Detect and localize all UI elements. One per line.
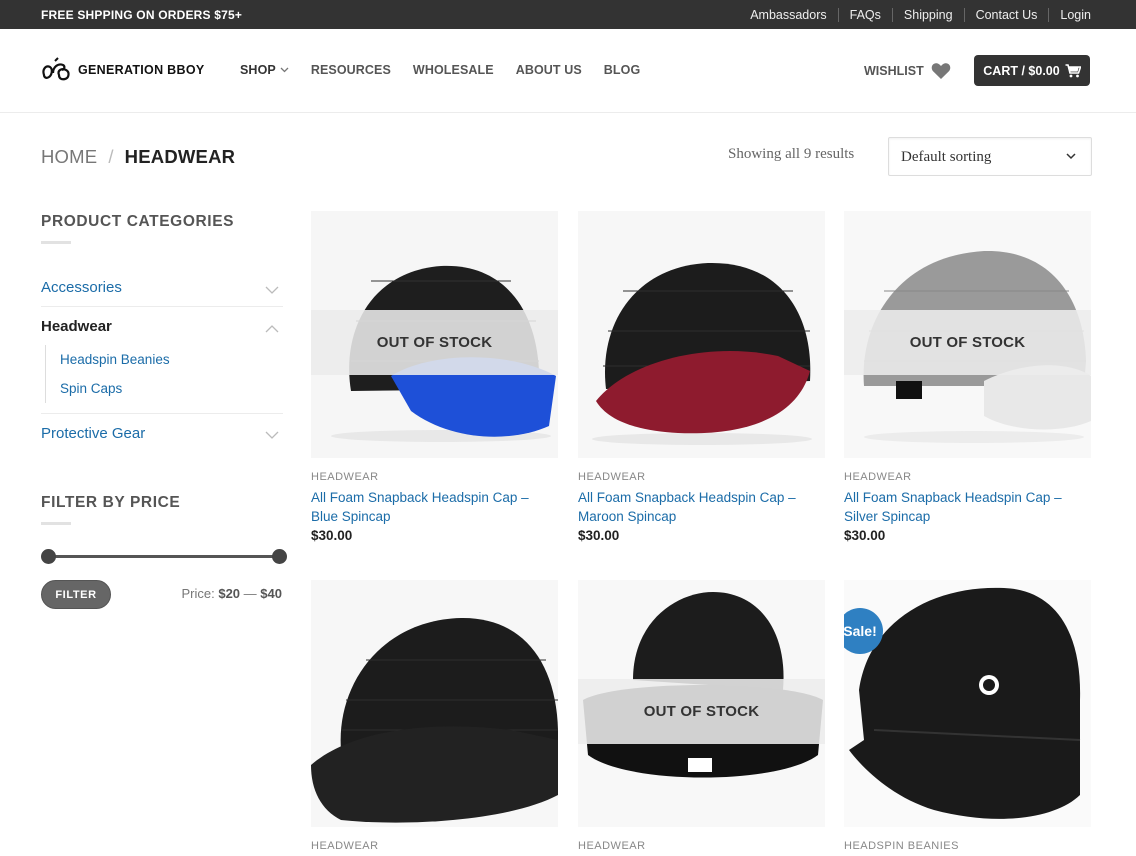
category-item-accessories[interactable]: Accessories bbox=[41, 269, 283, 307]
out-of-stock-badge: OUT OF STOCK bbox=[578, 679, 825, 744]
heart-icon bbox=[931, 63, 950, 79]
logo-text: GENERATION BBOY bbox=[78, 63, 205, 77]
nav-about-us[interactable]: ABOUT US bbox=[516, 63, 582, 77]
filter-row: FILTER Price: $20 — $40 bbox=[41, 577, 283, 609]
price-prefix: Price: bbox=[181, 586, 215, 601]
wishlist-link[interactable]: WISHLIST bbox=[864, 62, 951, 80]
cart-label: CART / $0.00 bbox=[983, 63, 1060, 78]
nav-shop-label: SHOP bbox=[240, 63, 276, 77]
ambassadors-link[interactable]: Ambassadors bbox=[739, 8, 837, 22]
top-links: Ambassadors FAQs Shipping Contact Us Log… bbox=[739, 0, 1091, 29]
product-card[interactable]: OUT OF STOCK HEADWEAR All Foam Snapback … bbox=[844, 211, 1091, 543]
cart-icon bbox=[1065, 63, 1081, 77]
subcategory-item-spin-caps[interactable]: Spin Caps bbox=[45, 374, 283, 403]
chevron-down-icon[interactable] bbox=[265, 282, 279, 300]
product-image[interactable]: OUT OF STOCK bbox=[578, 580, 825, 827]
faqs-link[interactable]: FAQs bbox=[837, 7, 892, 22]
category-item-protective-gear[interactable]: Protective Gear bbox=[41, 414, 283, 452]
sidebar: PRODUCT CATEGORIES Accessories Headwear … bbox=[41, 213, 287, 609]
product-image[interactable] bbox=[578, 211, 825, 458]
logo-mark-icon bbox=[42, 57, 70, 81]
filter-button[interactable]: FILTER bbox=[41, 580, 111, 609]
product-category: HEADWEAR bbox=[844, 471, 912, 483]
out-of-stock-badge: OUT OF STOCK bbox=[311, 310, 558, 375]
product-card[interactable]: HEADWEAR bbox=[311, 580, 558, 852]
top-bar: FREE SHPPING ON ORDERS $75+ Ambassadors … bbox=[0, 0, 1136, 29]
product-name-link[interactable]: All Foam Snapback Headspin Cap – Blue Sp… bbox=[311, 488, 558, 526]
shipping-link[interactable]: Shipping bbox=[891, 7, 964, 22]
out-of-stock-badge: OUT OF STOCK bbox=[844, 310, 1091, 375]
price-min: $20 bbox=[218, 586, 241, 601]
nav-blog[interactable]: BLOG bbox=[604, 63, 641, 77]
product-price: $30.00 bbox=[844, 528, 886, 543]
beanie-image-icon bbox=[849, 587, 1081, 819]
price-range-slider[interactable] bbox=[41, 549, 287, 564]
nav-resources[interactable]: RESOURCES bbox=[311, 63, 391, 77]
page-title: HEADWEAR bbox=[124, 146, 236, 167]
product-card[interactable]: OUT OF STOCK HEADWEAR bbox=[578, 580, 825, 852]
chevron-down-icon bbox=[1065, 150, 1077, 167]
product-image[interactable] bbox=[311, 580, 558, 827]
category-list: Accessories Headwear Headspin Beanies Sp… bbox=[41, 269, 283, 452]
categories-title: PRODUCT CATEGORIES bbox=[41, 213, 235, 230]
product-price: $30.00 bbox=[311, 528, 353, 543]
sort-select[interactable]: Default sorting bbox=[888, 137, 1092, 176]
product-card[interactable]: OUT OF STOCK HEADWEAR All Foam Snapback … bbox=[311, 211, 558, 543]
cap-image-icon bbox=[592, 262, 812, 445]
product-category: HEADWEAR bbox=[578, 840, 646, 852]
headwear-subcategories: Headspin Beanies Spin Caps bbox=[41, 345, 283, 414]
product-category: HEADWEAR bbox=[578, 471, 646, 483]
shipping-promo: FREE SHPPING ON ORDERS $75+ bbox=[41, 8, 243, 22]
sort-selected-value: Default sorting bbox=[901, 149, 992, 165]
site-header: GENERATION BBOY SHOP RESOURCES WHOLESALE… bbox=[0, 29, 1136, 113]
product-image[interactable]: Sale! bbox=[844, 580, 1091, 827]
chevron-up-icon[interactable] bbox=[265, 320, 279, 338]
breadcrumb-home[interactable]: HOME bbox=[41, 146, 97, 168]
slider-max-handle[interactable] bbox=[272, 549, 287, 564]
product-card[interactable]: Sale! HEADSPIN BEANIES bbox=[844, 580, 1091, 852]
price-max: $40 bbox=[260, 586, 282, 601]
slider-track bbox=[47, 555, 281, 558]
breadcrumb-separator: / bbox=[108, 146, 114, 167]
contact-us-link[interactable]: Contact Us bbox=[963, 7, 1049, 22]
product-category: HEADWEAR bbox=[311, 840, 379, 852]
category-label[interactable]: Accessories bbox=[41, 279, 122, 296]
site-logo[interactable]: GENERATION BBOY bbox=[41, 57, 205, 83]
product-image[interactable]: OUT OF STOCK bbox=[311, 211, 558, 458]
cap-image-icon bbox=[311, 617, 558, 823]
product-name-link[interactable]: All Foam Snapback Headspin Cap – Silver … bbox=[844, 488, 1091, 526]
subcategory-item-headspin-beanies[interactable]: Headspin Beanies bbox=[45, 345, 283, 374]
cart-button[interactable]: CART / $0.00 bbox=[974, 55, 1090, 86]
product-name-link[interactable]: All Foam Snapback Headspin Cap – Maroon … bbox=[578, 488, 825, 526]
results-count: Showing all 9 results bbox=[728, 146, 855, 162]
product-image[interactable]: OUT OF STOCK bbox=[844, 211, 1091, 458]
login-link[interactable]: Login bbox=[1048, 7, 1091, 22]
product-price: $30.00 bbox=[578, 528, 620, 543]
category-label[interactable]: Headwear bbox=[41, 318, 112, 335]
nav-shop[interactable]: SHOP bbox=[240, 63, 289, 77]
price-range-label: Price: $20 — $40 bbox=[181, 586, 282, 601]
chevron-down-icon[interactable] bbox=[265, 427, 279, 445]
category-item-headwear[interactable]: Headwear bbox=[41, 307, 283, 345]
product-card[interactable]: HEADWEAR All Foam Snapback Headspin Cap … bbox=[578, 211, 825, 543]
main-nav: SHOP RESOURCES WHOLESALE ABOUT US BLOG bbox=[240, 63, 662, 77]
product-category: HEADSPIN BEANIES bbox=[844, 840, 959, 852]
product-category: HEADWEAR bbox=[311, 471, 379, 483]
price-dash: — bbox=[243, 586, 257, 601]
title-divider bbox=[41, 241, 71, 244]
price-filter-title: FILTER BY PRICE bbox=[41, 494, 181, 511]
subcategory-indent-line bbox=[45, 345, 46, 403]
breadcrumb: HOME / HEADWEAR bbox=[41, 146, 235, 168]
category-label[interactable]: Protective Gear bbox=[41, 425, 145, 442]
slider-min-handle[interactable] bbox=[41, 549, 56, 564]
chevron-down-icon bbox=[280, 65, 289, 76]
title-divider bbox=[41, 522, 71, 525]
wishlist-label: WISHLIST bbox=[864, 64, 924, 78]
nav-wholesale[interactable]: WHOLESALE bbox=[413, 63, 494, 77]
